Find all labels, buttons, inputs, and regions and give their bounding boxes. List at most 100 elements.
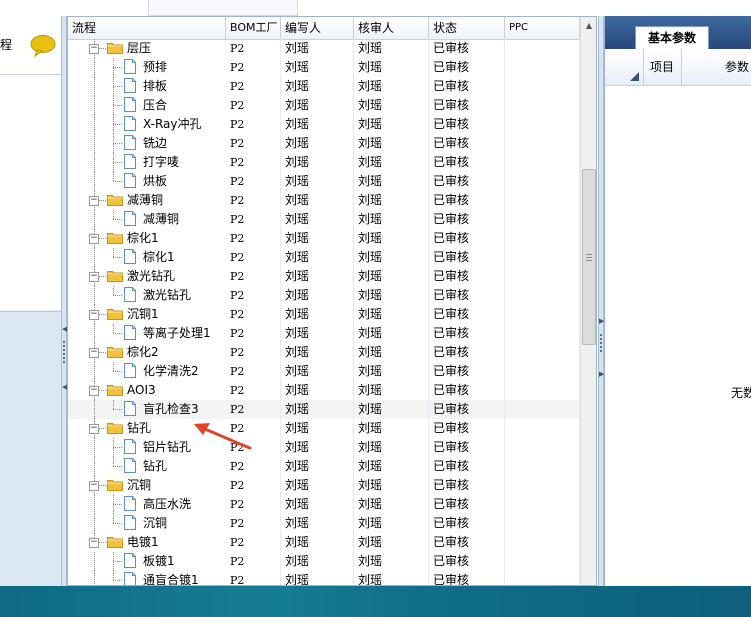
cell-writer[interactable]: 刘瑶 [281,419,354,438]
cell-status[interactable]: 已审核 [429,134,505,153]
table-row-selected[interactable]: 盲孔检查3 P2 刘瑶 刘瑶 已审核 [68,400,580,419]
cell-ppc[interactable] [505,533,580,552]
table-row[interactable]: 排板 P2 刘瑶 刘瑶 已审核 [68,77,580,96]
cell-reviewer[interactable]: 刘瑶 [354,362,429,381]
cell-writer[interactable]: 刘瑶 [281,495,354,514]
cell-reviewer[interactable]: 刘瑶 [354,305,429,324]
cell-bom-factory[interactable]: P2 [226,267,281,286]
cell-reviewer[interactable]: 刘瑶 [354,172,429,191]
cell-bom-factory[interactable]: P2 [226,39,281,58]
cell-writer[interactable]: 刘瑶 [281,115,354,134]
scrollbar-thumb[interactable] [582,169,596,345]
cell-writer[interactable]: 刘瑶 [281,305,354,324]
cell-status[interactable]: 已审核 [429,419,505,438]
cell-ppc[interactable] [505,552,580,571]
cell-ppc[interactable] [505,115,580,134]
table-row[interactable]: − 钻孔 P2 刘瑶 刘瑶 已审核 [68,419,580,438]
cell-ppc[interactable] [505,39,580,58]
cell-reviewer[interactable]: 刘瑶 [354,96,429,115]
cell-reviewer[interactable]: 刘瑶 [354,438,429,457]
tree-cell[interactable]: 盲孔检查3 [68,400,223,419]
tree-cell[interactable]: 沉铜 [68,514,223,533]
cell-bom-factory[interactable]: P2 [226,305,281,324]
tree-cell[interactable]: 通盲合镀1 [68,571,223,585]
cell-bom-factory[interactable]: P2 [226,571,281,585]
cell-status[interactable]: 已审核 [429,552,505,571]
tree-cell[interactable]: − 沉铜 [68,476,223,495]
cell-reviewer[interactable]: 刘瑶 [354,381,429,400]
cell-status[interactable]: 已审核 [429,58,505,77]
cell-writer[interactable]: 刘瑶 [281,248,354,267]
cell-bom-factory[interactable]: P2 [226,533,281,552]
tree-cell[interactable]: − 减薄铜 [68,191,223,210]
cell-writer[interactable]: 刘瑶 [281,362,354,381]
cell-status[interactable]: 已审核 [429,210,505,229]
table-row[interactable]: 铣边 P2 刘瑶 刘瑶 已审核 [68,134,580,153]
cell-ppc[interactable] [505,324,580,343]
cell-status[interactable]: 已审核 [429,191,505,210]
cell-reviewer[interactable]: 刘瑶 [354,191,429,210]
tree-cell[interactable]: − 沉铜1 [68,305,223,324]
cell-bom-factory[interactable]: P2 [226,191,281,210]
table-row[interactable]: 压合 P2 刘瑶 刘瑶 已审核 [68,96,580,115]
cell-bom-factory[interactable]: P2 [226,172,281,191]
table-row[interactable]: − 减薄铜 P2 刘瑶 刘瑶 已审核 [68,191,580,210]
cell-ppc[interactable] [505,514,580,533]
table-row[interactable]: 铝片钻孔 P2 刘瑶 刘瑶 已审核 [68,438,580,457]
cell-writer[interactable]: 刘瑶 [281,134,354,153]
cell-bom-factory[interactable]: P2 [226,495,281,514]
cell-bom-factory[interactable]: P2 [226,115,281,134]
cell-ppc[interactable] [505,457,580,476]
cell-writer[interactable]: 刘瑶 [281,58,354,77]
table-row[interactable]: 预排 P2 刘瑶 刘瑶 已审核 [68,58,580,77]
cell-writer[interactable]: 刘瑶 [281,476,354,495]
cell-writer[interactable]: 刘瑶 [281,381,354,400]
cell-reviewer[interactable]: 刘瑶 [354,210,429,229]
collapse-toggle-icon[interactable]: − [89,196,99,206]
cell-ppc[interactable] [505,438,580,457]
cell-writer[interactable]: 刘瑶 [281,514,354,533]
cell-bom-factory[interactable]: P2 [226,457,281,476]
table-row[interactable]: 减薄铜 P2 刘瑶 刘瑶 已审核 [68,210,580,229]
collapse-toggle-icon[interactable]: − [89,386,99,396]
cell-writer[interactable]: 刘瑶 [281,324,354,343]
cell-reviewer[interactable]: 刘瑶 [354,495,429,514]
tree-cell[interactable]: 等离子处理1 [68,324,223,343]
col-header-writer[interactable]: 编写人 [281,17,354,39]
cell-writer[interactable]: 刘瑶 [281,229,354,248]
cell-bom-factory[interactable]: P2 [226,286,281,305]
tree-cell[interactable]: 减薄铜 [68,210,223,229]
cell-status[interactable]: 已审核 [429,571,505,585]
tree-cell[interactable]: − 激光钻孔 [68,267,223,286]
cell-ppc[interactable] [505,305,580,324]
cell-status[interactable]: 已审核 [429,438,505,457]
collapse-toggle-icon[interactable]: − [89,348,99,358]
cell-status[interactable]: 已审核 [429,381,505,400]
cell-bom-factory[interactable]: P2 [226,153,281,172]
cell-ppc[interactable] [505,400,580,419]
tree-cell[interactable]: X-Ray冲孔 [68,115,223,134]
tree-cell[interactable]: − 棕化2 [68,343,223,362]
cell-status[interactable]: 已审核 [429,533,505,552]
tree-cell[interactable]: 排板 [68,77,223,96]
cell-ppc[interactable] [505,96,580,115]
cell-bom-factory[interactable]: P2 [226,381,281,400]
grid-vertical-scrollbar[interactable]: ▲ [580,17,596,585]
tree-cell[interactable]: 激光钻孔 [68,286,223,305]
cell-writer[interactable]: 刘瑶 [281,533,354,552]
cell-writer[interactable]: 刘瑶 [281,400,354,419]
table-row[interactable]: 棕化1 P2 刘瑶 刘瑶 已审核 [68,248,580,267]
cell-status[interactable]: 已审核 [429,400,505,419]
cell-reviewer[interactable]: 刘瑶 [354,39,429,58]
cell-reviewer[interactable]: 刘瑶 [354,552,429,571]
tab-basic-parameters[interactable]: 基本参数 [635,26,709,49]
table-row[interactable]: 打字唛 P2 刘瑶 刘瑶 已审核 [68,153,580,172]
cell-ppc[interactable] [505,210,580,229]
cell-bom-factory[interactable]: P2 [226,77,281,96]
cell-writer[interactable]: 刘瑶 [281,267,354,286]
table-row[interactable]: − 电镀1 P2 刘瑶 刘瑶 已审核 [68,533,580,552]
tree-cell[interactable]: − 电镀1 [68,533,223,552]
tree-cell[interactable]: 高压水洗 [68,495,223,514]
tree-cell[interactable]: 打字唛 [68,153,223,172]
table-row[interactable]: − 棕化1 P2 刘瑶 刘瑶 已审核 [68,229,580,248]
